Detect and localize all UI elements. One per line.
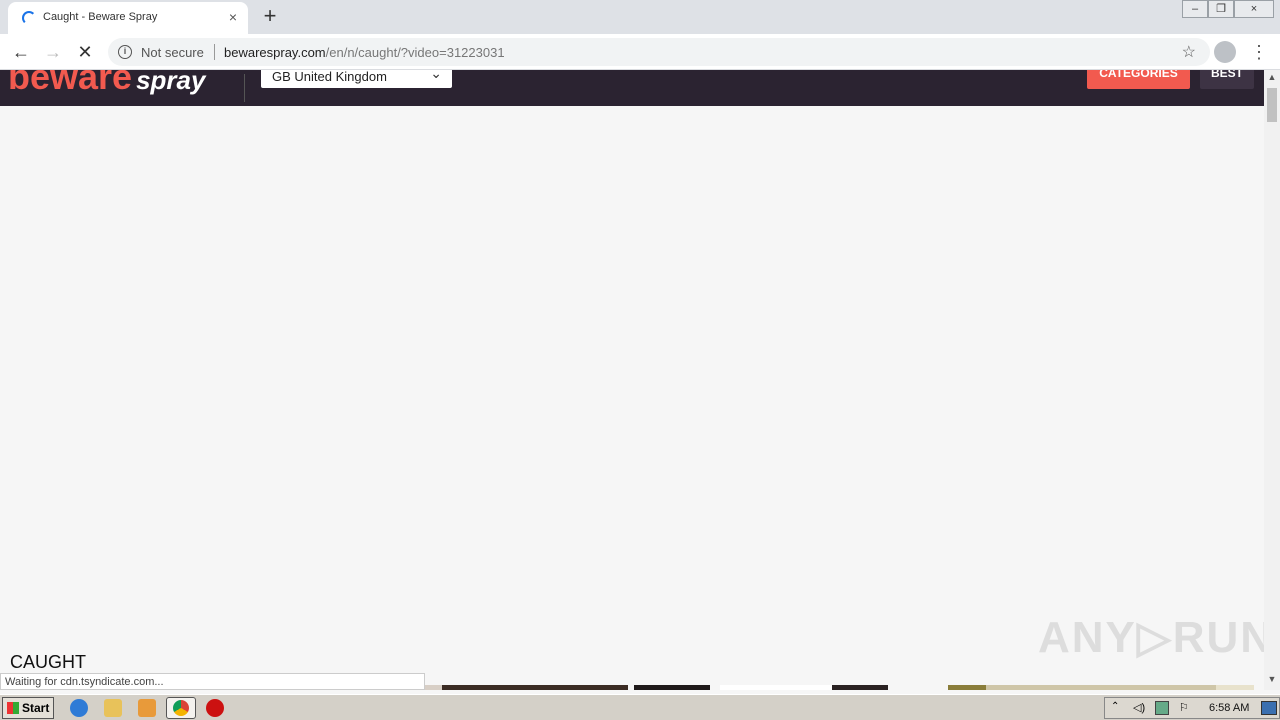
chevron-down-icon: ⌄ bbox=[430, 70, 442, 81]
address-bar[interactable]: i Not secure bewarespray.com/en/n/caught… bbox=[108, 38, 1210, 66]
page-scrollbar[interactable]: ▲ ▼ bbox=[1264, 70, 1280, 690]
video-thumbnail[interactable] bbox=[1216, 685, 1254, 690]
site-logo[interactable]: beware spray bbox=[8, 70, 205, 98]
best-button[interactable]: BEST bbox=[1200, 70, 1254, 89]
browser-toolbar: ← → ✕ i Not secure bewarespray.com/en/n/… bbox=[0, 34, 1280, 70]
video-thumbnail[interactable] bbox=[948, 685, 986, 690]
start-button[interactable]: Start bbox=[2, 697, 54, 719]
stop-loading-button[interactable]: ✕ bbox=[72, 40, 98, 64]
os-taskbar: Start ⌃ ◁) ⚐ 6:58 AM bbox=[0, 694, 1280, 720]
window-minimize-button[interactable]: – bbox=[1182, 0, 1208, 18]
site-info-icon[interactable]: i bbox=[118, 45, 132, 59]
window-restore-button[interactable]: ❐ bbox=[1208, 0, 1234, 18]
chrome-taskbar-button[interactable] bbox=[166, 697, 196, 719]
security-label[interactable]: Not secure bbox=[141, 45, 204, 60]
video-thumbnail[interactable] bbox=[424, 685, 442, 690]
header-divider bbox=[244, 74, 245, 102]
url-host: bewarespray.com bbox=[224, 45, 326, 60]
chrome-icon bbox=[173, 700, 189, 716]
video-thumbnail[interactable] bbox=[986, 685, 1216, 690]
action-center-flag-icon[interactable]: ⚐ bbox=[1179, 701, 1193, 715]
anyrun-watermark: ANY▷RUN bbox=[1038, 613, 1275, 662]
url-path: /en/n/caught/?video=31223031 bbox=[325, 45, 505, 60]
logo-text-beware: beware bbox=[8, 70, 133, 97]
url-text[interactable]: bewarespray.com/en/n/caught/?video=31223… bbox=[224, 45, 505, 60]
page-content: beware spray GB United Kingdom ⌄ CATEGORI… bbox=[0, 70, 1264, 690]
internet-explorer-icon[interactable] bbox=[70, 699, 88, 717]
site-header: beware spray GB United Kingdom ⌄ CATEGORI… bbox=[0, 70, 1264, 106]
tab-title: Caught - Beware Spray bbox=[43, 11, 158, 23]
show-desktop-icon[interactable] bbox=[1261, 701, 1277, 715]
video-thumbnail[interactable] bbox=[442, 685, 628, 690]
section-title: CAUGHT bbox=[10, 652, 86, 672]
video-thumbnail[interactable] bbox=[832, 685, 888, 690]
video-thumbnails-strip bbox=[424, 685, 1254, 690]
window-close-button[interactable]: × bbox=[1234, 0, 1274, 18]
back-button[interactable]: ← bbox=[8, 40, 34, 64]
browser-status-bubble: Waiting for cdn.tsyndicate.com... bbox=[0, 673, 425, 690]
profile-avatar-icon[interactable] bbox=[1214, 41, 1236, 63]
media-player-icon[interactable] bbox=[138, 699, 156, 717]
video-thumbnail[interactable] bbox=[720, 685, 832, 690]
start-label: Start bbox=[22, 701, 50, 715]
tray-expand-icon[interactable]: ⌃ bbox=[1111, 701, 1121, 715]
browser-menu-icon[interactable]: ⋮ bbox=[1250, 40, 1268, 64]
scroll-up-icon[interactable]: ▲ bbox=[1264, 72, 1280, 86]
screen: Caught - Beware Spray × + – ❐ × ← → ✕ i … bbox=[0, 0, 1280, 720]
tab-close-icon[interactable]: × bbox=[224, 8, 242, 26]
network-icon[interactable] bbox=[1155, 701, 1169, 715]
windows-logo-icon bbox=[7, 702, 19, 714]
country-select-value: GB United Kingdom bbox=[272, 70, 387, 84]
file-explorer-icon[interactable] bbox=[104, 699, 122, 717]
logo-text-spray: spray bbox=[136, 70, 206, 95]
bookmark-star-icon[interactable]: ☆ bbox=[1182, 42, 1196, 62]
loading-spinner-icon bbox=[22, 11, 36, 25]
scroll-down-icon[interactable]: ▼ bbox=[1264, 674, 1280, 688]
opera-icon[interactable] bbox=[206, 699, 224, 717]
system-tray: ⌃ ◁) ⚐ 6:58 AM bbox=[1104, 697, 1280, 719]
taskbar-clock[interactable]: 6:58 AM bbox=[1209, 702, 1249, 714]
categories-button[interactable]: CATEGORIES bbox=[1087, 70, 1190, 89]
browser-tab[interactable]: Caught - Beware Spray × bbox=[8, 2, 248, 34]
forward-button[interactable]: → bbox=[40, 40, 66, 64]
browser-tabstrip: Caught - Beware Spray × + – ❐ × bbox=[0, 0, 1280, 34]
country-select[interactable]: GB United Kingdom ⌄ bbox=[261, 70, 452, 88]
video-thumbnail[interactable] bbox=[634, 685, 710, 690]
volume-icon[interactable]: ◁) bbox=[1133, 701, 1147, 715]
address-separator bbox=[214, 44, 215, 60]
new-tab-button[interactable]: + bbox=[258, 5, 282, 29]
scrollbar-thumb[interactable] bbox=[1267, 88, 1277, 122]
